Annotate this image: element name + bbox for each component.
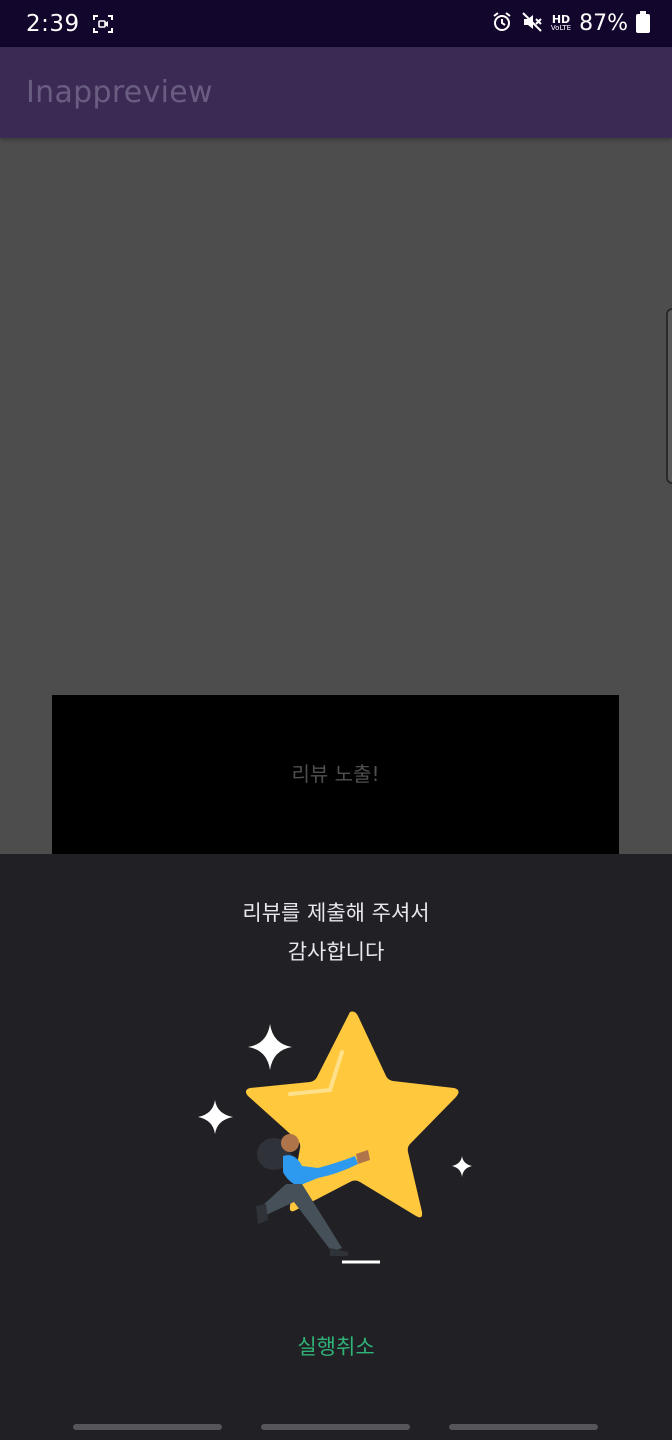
hd-sub-label: VoLTE xyxy=(550,23,572,32)
status-time: 2:39 xyxy=(26,10,80,37)
app-bar: Inappreview xyxy=(0,47,672,138)
status-icons: HD VoLTE 87% xyxy=(491,10,650,37)
hd-label: HD xyxy=(551,12,571,26)
sheet-title: 리뷰를 제출해 주셔서 감사합니다 xyxy=(0,894,672,972)
thank-you-illustration xyxy=(190,1004,490,1264)
screen-record-icon xyxy=(92,14,114,34)
show-review-button-label: 리뷰 노출! xyxy=(291,762,380,786)
sparkle-icon xyxy=(198,1100,233,1134)
battery-icon xyxy=(636,10,650,37)
sparkle-icon xyxy=(452,1156,472,1177)
nav-hint-bar xyxy=(261,1424,410,1430)
sparkle-icon xyxy=(248,1024,292,1070)
edge-panel-handle[interactable] xyxy=(666,308,672,484)
hd-voice-icon: HD VoLTE xyxy=(550,12,572,33)
sheet-title-line1: 리뷰를 제출해 주셔서 xyxy=(242,901,430,925)
undo-button[interactable]: 실행취소 xyxy=(270,1327,402,1367)
mute-icon xyxy=(521,11,543,37)
show-review-button[interactable]: 리뷰 노출! xyxy=(52,695,619,860)
nav-hint-bar xyxy=(73,1424,222,1430)
status-bar: 2:39 HD VoLTE 87% xyxy=(0,0,672,47)
battery-percent: 87% xyxy=(579,11,628,36)
screen: 2:39 HD VoLTE 87% Inappreview 리뷰 노출! 리뷰를… xyxy=(0,0,672,1440)
review-thanks-sheet: 리뷰를 제출해 주셔서 감사합니다 실행취소 xyxy=(0,854,672,1440)
sheet-title-line2: 감사합니다 xyxy=(287,940,385,964)
app-title: Inappreview xyxy=(26,75,213,110)
nav-hint-bar xyxy=(449,1424,598,1430)
alarm-icon xyxy=(491,11,513,37)
